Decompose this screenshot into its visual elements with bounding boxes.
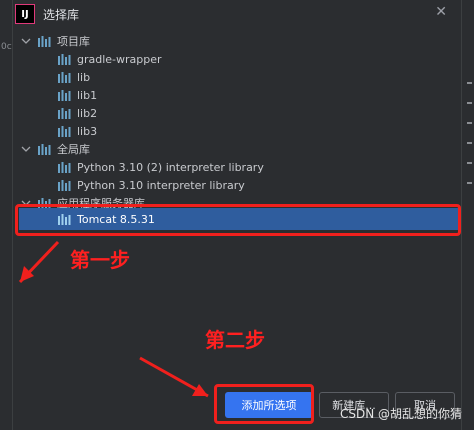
library-icon <box>58 180 71 191</box>
intellij-app-icon: IJ <box>15 4 35 24</box>
tree-item-gradle-wrapper[interactable]: gradle-wrapper <box>13 50 461 68</box>
close-icon[interactable]: ✕ <box>435 4 447 20</box>
step2-highlight-box <box>214 384 314 424</box>
step1-highlight-box <box>15 204 461 236</box>
tree-item-python-310[interactable]: Python 3.10 interpreter library <box>13 176 461 194</box>
library-icon <box>58 126 71 137</box>
tree-item-lib2[interactable]: lib2 <box>13 104 461 122</box>
library-icon <box>38 36 51 47</box>
library-icon <box>58 108 71 119</box>
library-icon <box>58 72 71 83</box>
background-mark <box>467 102 472 104</box>
chevron-down-icon[interactable] <box>21 36 31 46</box>
tree-item-lib[interactable]: lib <box>13 68 461 86</box>
background-mark <box>467 162 472 164</box>
tree-item-label: Python 3.10 interpreter library <box>77 178 245 192</box>
tree-item-lib1[interactable]: lib1 <box>13 86 461 104</box>
tree-item-label: Python 3.10 (2) interpreter library <box>77 160 264 174</box>
library-icon <box>58 162 71 173</box>
background-mark <box>467 122 472 124</box>
background-left-text: 0c <box>1 42 12 52</box>
tree-group-label: 项目库 <box>57 35 90 48</box>
library-icon <box>38 144 51 155</box>
step2-label: 第二步 <box>205 328 265 352</box>
tree-item-label: lib <box>77 70 91 84</box>
tree-group-global-libraries[interactable]: 全局库 <box>13 140 461 158</box>
csdn-watermark: CSDN @胡乱想的你猜 <box>339 407 462 421</box>
background-ide-right <box>462 0 474 430</box>
tree-item-label: lib1 <box>77 88 98 102</box>
background-mark <box>467 142 472 144</box>
step1-label: 第一步 <box>70 248 130 272</box>
background-ide-left: 0c <box>0 0 12 430</box>
tree-item-label: lib3 <box>77 124 98 138</box>
title-bar: IJ 选择库 ✕ <box>13 0 461 28</box>
tree-item-label: gradle-wrapper <box>77 52 162 66</box>
tree-group-label: 全局库 <box>57 143 90 156</box>
dialog-title: 选择库 <box>43 8 80 22</box>
tree-group-project-libraries[interactable]: 项目库 <box>13 32 461 50</box>
background-mark <box>467 82 472 84</box>
library-icon <box>58 90 71 101</box>
library-icon <box>58 54 71 65</box>
tree-item-python-310-2[interactable]: Python 3.10 (2) interpreter library <box>13 158 461 176</box>
background-mark <box>467 182 472 184</box>
tree-item-lib3[interactable]: lib3 <box>13 122 461 140</box>
chevron-down-icon[interactable] <box>21 144 31 154</box>
tree-item-label: lib2 <box>77 106 98 120</box>
